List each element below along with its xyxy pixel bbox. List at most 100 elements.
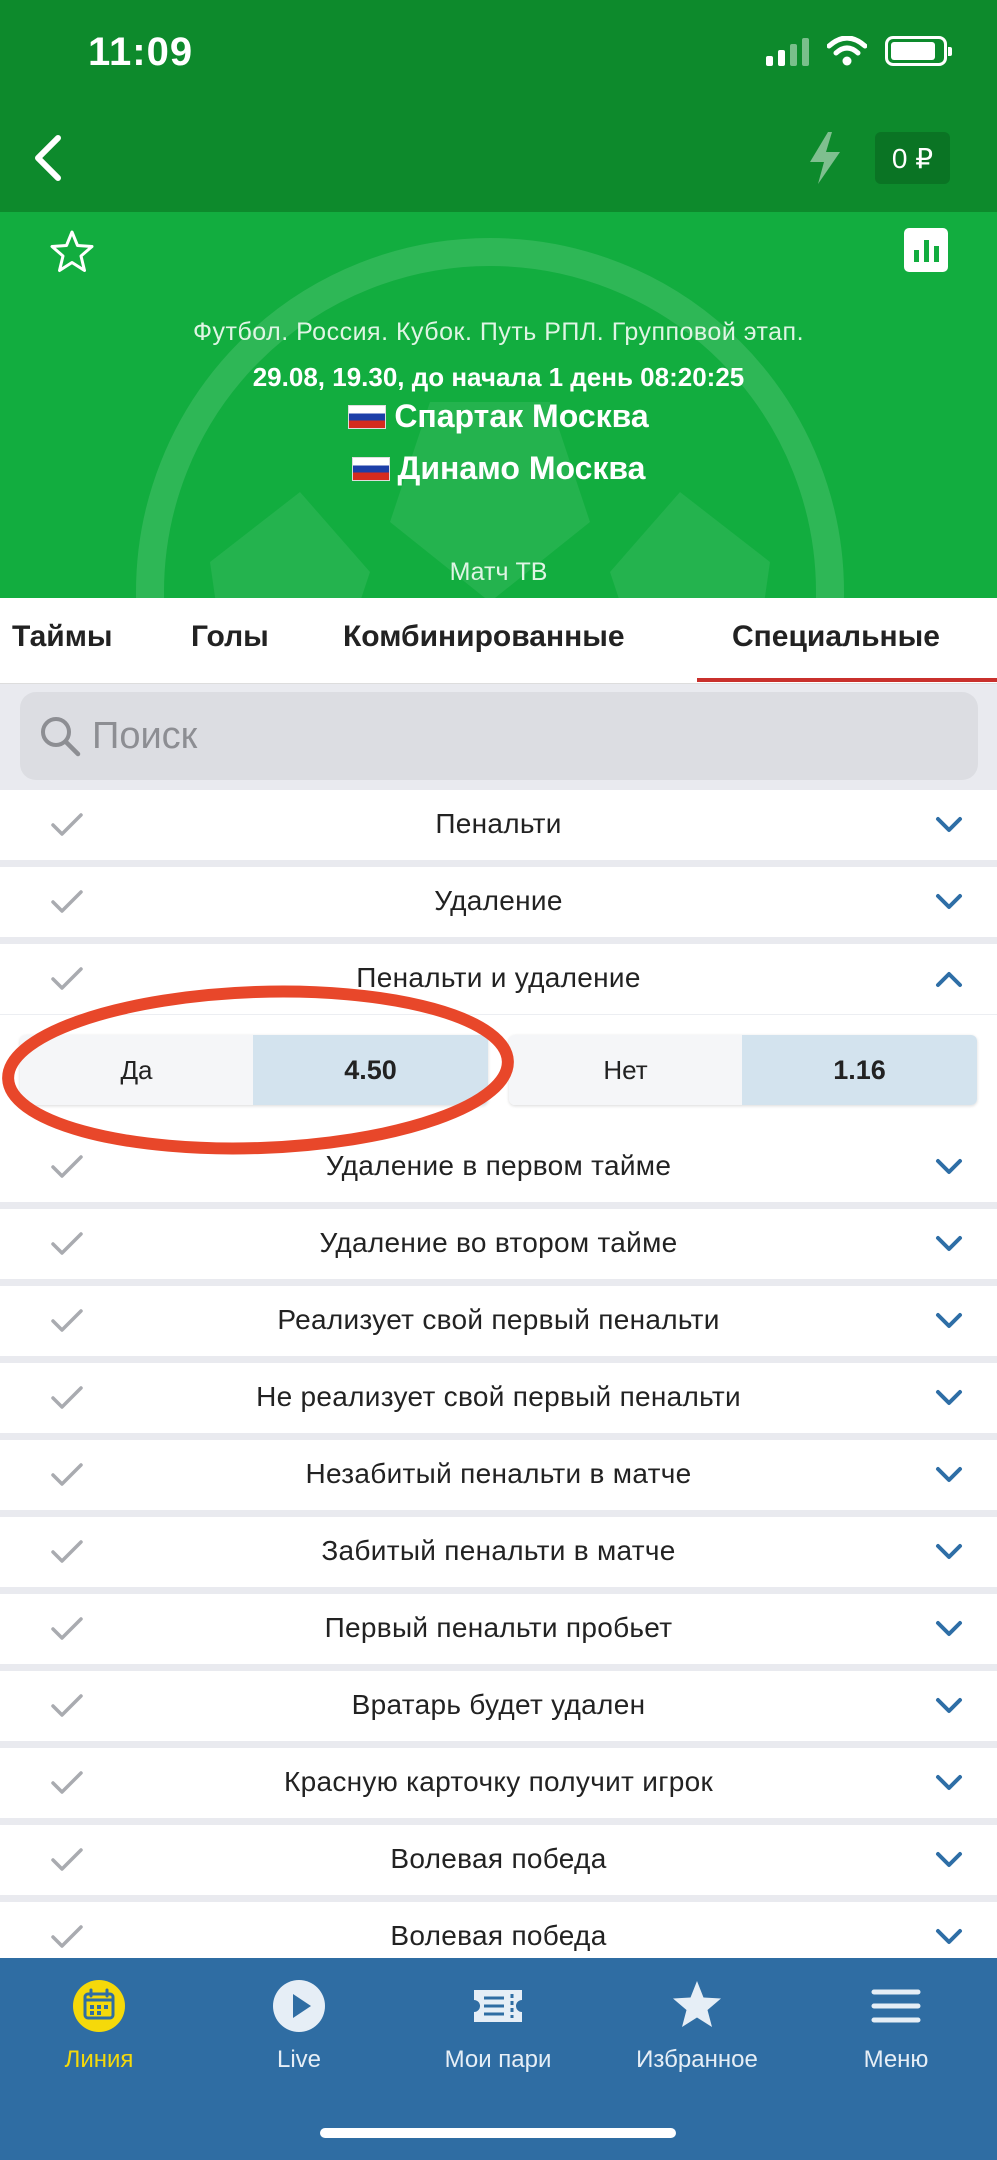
chevron-down-icon xyxy=(936,1929,962,1944)
market-row[interactable]: Удаление в первом тайме xyxy=(0,1132,997,1202)
market-label: Волевая победа xyxy=(390,1920,607,1951)
market-row[interactable]: Удаление xyxy=(0,867,997,937)
search-box xyxy=(20,692,978,780)
chevron-down-icon xyxy=(936,1390,962,1405)
market-label: Незабитый пенальти в матче xyxy=(305,1458,692,1489)
odd-yes[interactable]: Да 4.50 xyxy=(20,1035,488,1105)
chevron-down-icon xyxy=(936,1621,962,1636)
check-icon xyxy=(51,1540,83,1563)
nav-label: Мои пари xyxy=(444,2046,552,2073)
nav-label: Линия xyxy=(64,2046,134,2073)
check-icon xyxy=(51,1309,83,1332)
nav-my-bets[interactable]: Мои пари xyxy=(403,1978,593,2074)
market-row[interactable]: Первый пенальти пробьет xyxy=(0,1594,997,1664)
market-label: Забитый пенальти в матче xyxy=(321,1535,676,1566)
team-home-name: Спартак Москва xyxy=(394,398,649,434)
check-icon xyxy=(51,1232,83,1255)
signal-icon xyxy=(766,36,809,66)
market-row[interactable]: Забитый пенальти в матче xyxy=(0,1517,997,1587)
market-label: Удаление во втором тайме xyxy=(319,1227,678,1258)
tab-goals[interactable]: Голы xyxy=(191,620,269,654)
market-label: Пенальти xyxy=(435,808,562,839)
market-row[interactable]: Удаление во втором тайме xyxy=(0,1209,997,1279)
odds-row: Да 4.50 Нет 1.16 xyxy=(0,1014,997,1132)
nav-live[interactable]: Live xyxy=(204,1978,394,2074)
match-datetime: 29.08, 19.30, до начала 1 день 08:20:25 xyxy=(252,362,745,392)
nav-favorites[interactable]: Избранное xyxy=(602,1978,792,2074)
menu-icon xyxy=(871,1989,921,2023)
market-label: Волевая победа xyxy=(390,1843,607,1874)
market-label: Вратарь будет удален xyxy=(351,1689,646,1720)
market-row[interactable]: Вратарь будет удален xyxy=(0,1671,997,1741)
check-icon xyxy=(51,967,83,990)
home-indicator[interactable] xyxy=(320,2128,676,2138)
odd-yes-label: Да xyxy=(20,1035,253,1105)
odd-no-value: 1.16 xyxy=(742,1035,977,1105)
balance-badge[interactable]: 0 ₽ xyxy=(875,132,950,184)
market-label: Не реализует свой первый пенальти xyxy=(256,1381,741,1412)
chevron-down-icon xyxy=(936,1467,962,1482)
nav-menu[interactable]: Меню xyxy=(801,1978,991,2074)
check-icon xyxy=(51,1694,83,1717)
check-icon xyxy=(51,890,83,913)
nav-line[interactable]: Линия xyxy=(4,1978,194,2074)
check-icon xyxy=(51,1925,83,1948)
status-icons xyxy=(766,36,952,66)
market-label: Удаление в первом тайме xyxy=(325,1150,672,1181)
search-bar xyxy=(0,684,997,790)
chevron-up-icon xyxy=(936,972,962,987)
bolt-icon[interactable] xyxy=(800,128,850,188)
statistics-icon[interactable] xyxy=(904,228,948,272)
back-icon[interactable] xyxy=(24,128,74,188)
market-row[interactable]: Пенальти xyxy=(0,790,997,860)
market-tabs: Таймы Голы Комбинированные Специальные xyxy=(0,598,997,684)
chevron-down-icon xyxy=(936,1236,962,1251)
market-label: Пенальти и удаление xyxy=(356,962,641,993)
market-row[interactable]: Незабитый пенальти в матче xyxy=(0,1440,997,1510)
market-label: Удаление xyxy=(434,885,563,916)
tab-halves[interactable]: Таймы xyxy=(12,620,113,654)
calendar-icon xyxy=(73,1980,125,2032)
odd-yes-value: 4.50 xyxy=(253,1035,488,1105)
market-row[interactable]: Красную карточку получит игрок xyxy=(0,1748,997,1818)
market-row[interactable]: Реализует свой первый пенальти xyxy=(0,1286,997,1356)
check-icon xyxy=(51,1463,83,1486)
chevron-down-icon xyxy=(936,817,962,832)
check-icon xyxy=(51,1771,83,1794)
russia-flag-icon xyxy=(351,457,390,481)
russia-flag-icon xyxy=(348,405,387,429)
nav-label: Меню xyxy=(863,2046,929,2073)
check-icon xyxy=(51,1155,83,1178)
chevron-down-icon xyxy=(936,1313,962,1328)
ticket-icon xyxy=(474,1990,522,2022)
favorite-star-icon[interactable] xyxy=(48,228,96,276)
check-icon xyxy=(51,813,83,836)
play-icon xyxy=(273,1980,325,2032)
market-row[interactable]: Не реализует свой первый пенальти xyxy=(0,1363,997,1433)
top-bar: 11:09 0 ₽ xyxy=(0,0,997,212)
market-row-expanded[interactable]: Пенальти и удаление xyxy=(0,944,997,1014)
check-icon xyxy=(51,1386,83,1409)
team-home: Спартак Москва xyxy=(0,398,997,435)
battery-icon xyxy=(885,36,952,66)
chevron-down-icon xyxy=(936,894,962,909)
tab-combined[interactable]: Комбинированные xyxy=(343,620,625,654)
check-icon xyxy=(51,1617,83,1640)
nav-label: Live xyxy=(276,2046,322,2073)
chevron-down-icon xyxy=(936,1544,962,1559)
search-input[interactable] xyxy=(92,706,952,766)
broadcast-channel: Матч ТВ xyxy=(449,558,548,586)
star-icon xyxy=(673,1981,721,2027)
market-label: Первый пенальти пробьет xyxy=(324,1612,673,1643)
market-row[interactable]: Волевая победа xyxy=(0,1825,997,1895)
status-time: 11:09 xyxy=(88,30,194,74)
wifi-icon xyxy=(827,36,867,66)
nav-label: Избранное xyxy=(636,2046,758,2073)
team-away: Динамо Москва xyxy=(0,450,997,487)
odd-no[interactable]: Нет 1.16 xyxy=(509,1035,977,1105)
chevron-down-icon xyxy=(936,1775,962,1790)
tab-special[interactable]: Специальные xyxy=(732,620,940,654)
chevron-down-icon xyxy=(936,1852,962,1867)
chevron-down-icon xyxy=(936,1698,962,1713)
search-icon xyxy=(41,717,81,757)
